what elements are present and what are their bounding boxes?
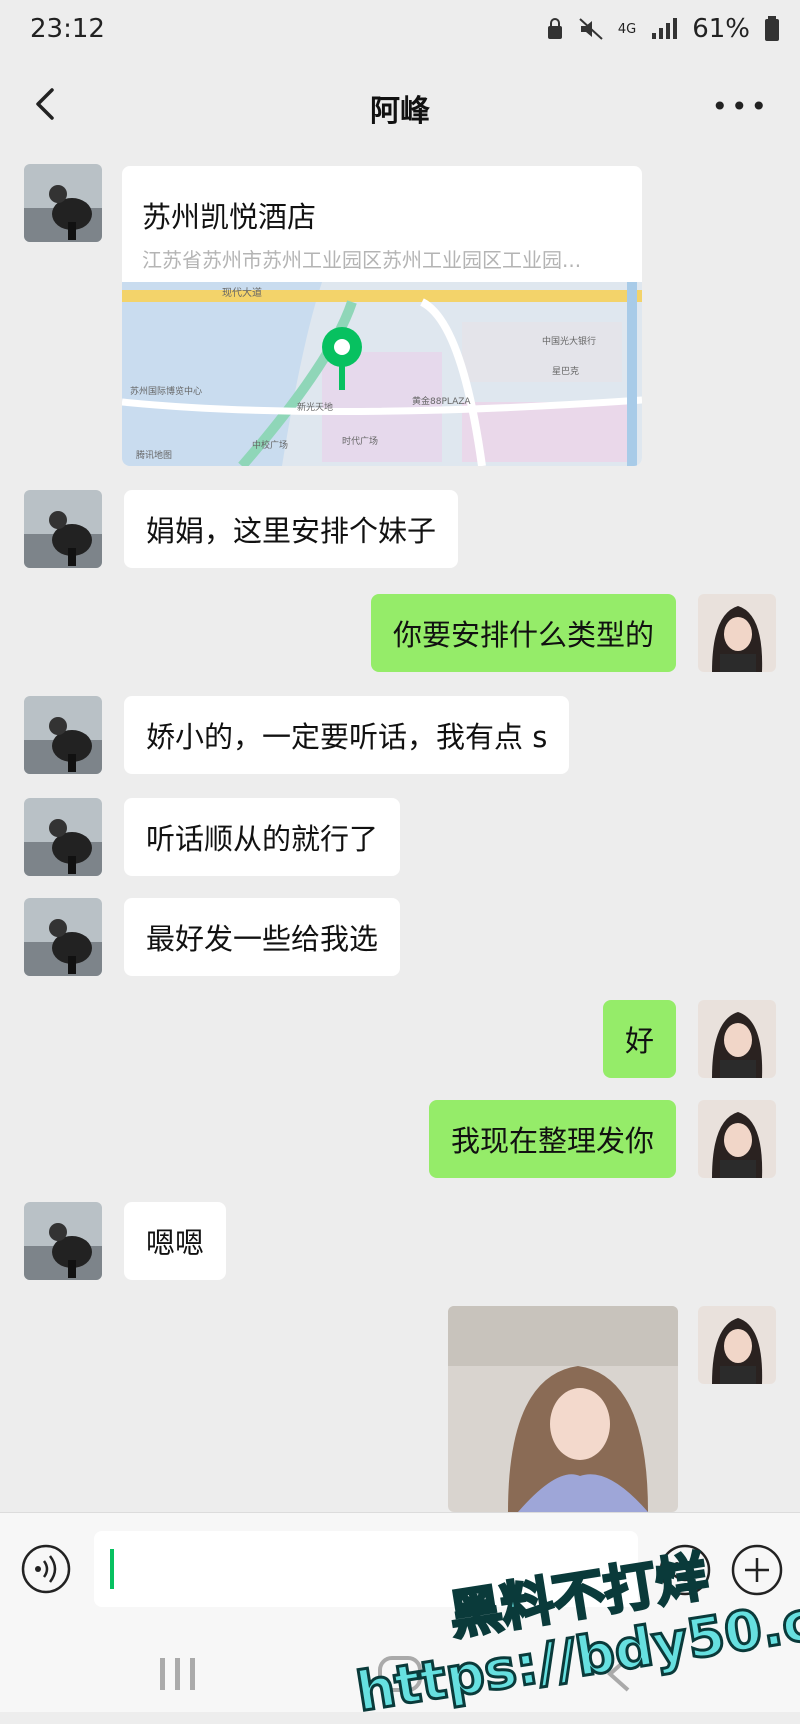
chat-header: 阿峰 ••• — [0, 62, 800, 146]
girl-avatar-image — [698, 1306, 776, 1384]
message-bubble[interactable]: 娟娟，这里安排个妹子 — [124, 490, 459, 568]
battery-icon — [765, 16, 779, 41]
map-label-square: 中校广场 — [252, 439, 288, 451]
girl-avatar-image — [698, 1000, 776, 1078]
text-cursor — [110, 1549, 114, 1589]
message-bubble[interactable]: 最好发一些给我选 — [124, 898, 401, 976]
contact-avatar[interactable] — [24, 696, 102, 774]
message-bubble[interactable]: 嗯嗯 — [124, 1202, 227, 1280]
location-address: 江苏省苏州市苏州工业园区苏州工业园区工业园... — [142, 248, 582, 272]
contact-avatar[interactable] — [24, 1202, 102, 1280]
motorcycle-avatar-image — [24, 696, 102, 774]
map-label-times-square: 时代广场 — [342, 435, 378, 447]
network-label: 4G — [617, 21, 637, 37]
photo-message[interactable] — [448, 1306, 678, 1512]
battery-percent: 61% — [692, 14, 750, 44]
mute-icon — [579, 18, 603, 40]
motorcycle-avatar-image — [24, 798, 102, 876]
chat-title: 阿峰 — [370, 94, 430, 129]
map-provider-label: 腾讯地图 — [136, 449, 172, 461]
map-thumbnail[interactable]: 现代大道 中国光大银行 星巴克 苏州国际博览中心 黄金88PLAZA 腾讯地图 … — [122, 282, 642, 466]
motorcycle-avatar-image — [24, 490, 102, 568]
system-nav-bar — [0, 1636, 800, 1712]
home-icon[interactable] — [376, 1654, 424, 1694]
motorcycle-avatar-image — [24, 164, 102, 242]
contact-avatar[interactable] — [24, 898, 102, 976]
more-icon[interactable]: ••• — [711, 90, 770, 123]
status-bar: 23:12 4G 61% — [0, 0, 800, 62]
recent-apps-icon[interactable] — [156, 1654, 200, 1694]
map-label-expo: 苏州国际博览中心 — [130, 385, 202, 397]
map-label-road: 现代大道 — [222, 286, 262, 299]
voice-icon[interactable] — [20, 1543, 72, 1595]
map-label-plaza: 黄金88PLAZA — [412, 395, 471, 407]
message-bubble[interactable]: 好 — [602, 1000, 676, 1078]
status-time: 23:12 — [30, 14, 105, 44]
location-name: 苏州凯悦酒店 — [142, 200, 317, 234]
motorcycle-avatar-image — [24, 1202, 102, 1280]
emoji-icon[interactable] — [658, 1543, 712, 1597]
status-icons: 4G 61% — [546, 14, 780, 44]
location-card[interactable]: 苏州凯悦酒店 江苏省苏州市苏州工业园区苏州工业园区工业园... 现代大道 中国光… — [122, 166, 642, 466]
lock-icon — [547, 18, 562, 39]
message-bubble[interactable]: 娇小的，一定要听话，我有点 s — [124, 696, 570, 774]
map-label-cafe: 星巴克 — [552, 366, 579, 377]
self-avatar[interactable] — [698, 594, 776, 672]
signal-icon — [652, 18, 678, 39]
photo-image — [448, 1306, 678, 1512]
message-bubble[interactable]: 我现在整理发你 — [428, 1100, 676, 1178]
self-avatar[interactable] — [698, 1306, 776, 1384]
self-avatar[interactable] — [698, 1100, 776, 1178]
message-input[interactable] — [94, 1531, 638, 1607]
plus-icon[interactable] — [730, 1543, 784, 1597]
self-avatar[interactable] — [698, 1000, 776, 1078]
map-label-mall: 新光天地 — [297, 401, 333, 413]
map-label-bank: 中国光大银行 — [542, 335, 596, 347]
motorcycle-avatar-image — [24, 898, 102, 976]
contact-avatar[interactable] — [24, 798, 102, 876]
message-bubble[interactable]: 你要安排什么类型的 — [370, 594, 676, 672]
contact-avatar[interactable] — [24, 490, 102, 568]
chat-input-bar — [0, 1512, 800, 1637]
girl-avatar-image — [698, 1100, 776, 1178]
girl-avatar-image — [698, 594, 776, 672]
system-back-icon[interactable] — [600, 1654, 640, 1694]
contact-avatar[interactable] — [24, 164, 102, 242]
message-bubble[interactable]: 听话顺从的就行了 — [124, 798, 401, 876]
